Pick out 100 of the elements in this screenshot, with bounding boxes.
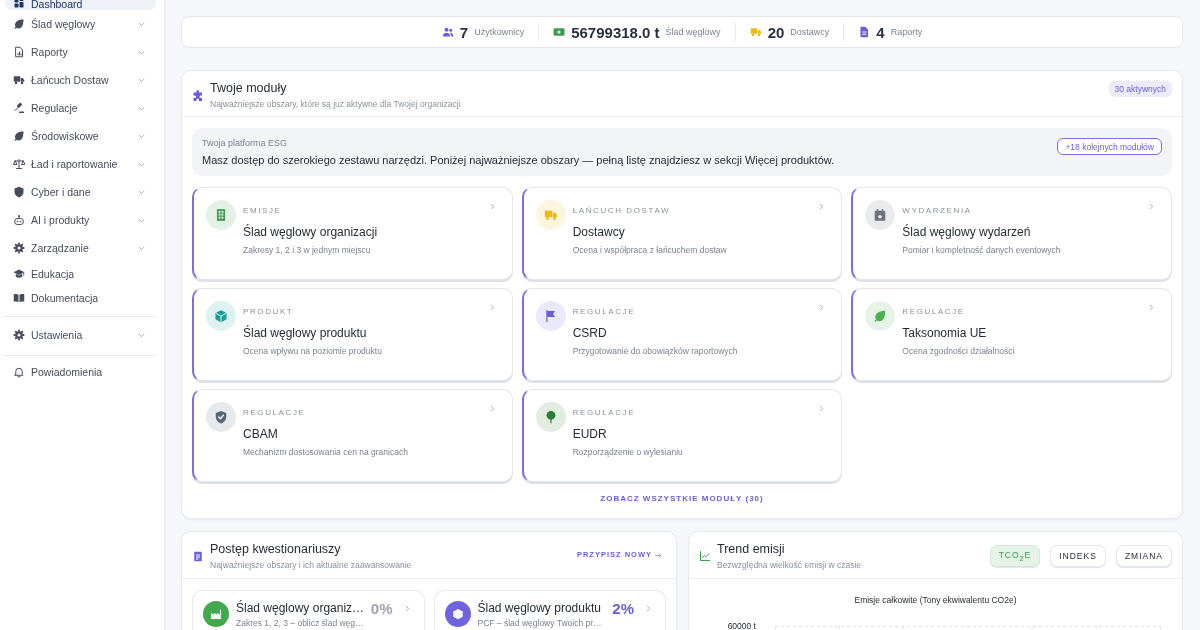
settings-icon [13, 329, 25, 341]
module-card[interactable]: ŁAŃCUCH DOSTAW Dostawcy Ocena i współpraca z łańcuchem dostaw [521, 187, 843, 280]
module-card[interactable]: WYDARZENIA Ślad węglowy wydarzeń Pomiar i kompletność danych eventowych [851, 187, 1172, 280]
unit-toggle[interactable]: ZMIANA [1115, 545, 1172, 567]
leaf-icon [865, 301, 896, 331]
module-description: Zakresy 1, 2 i 3 w jednym miejscu [243, 245, 371, 256]
module-description: Pomiar i kompletność danych eventowych [902, 245, 1061, 256]
chevron-right-icon [818, 203, 826, 210]
module-category: EMISJE [243, 206, 282, 216]
chevron-down-icon [138, 160, 145, 168]
chevron-right-icon [818, 304, 826, 311]
book-icon [13, 292, 25, 304]
sidebar-item[interactable]: Cyber i dane [5, 178, 156, 206]
stat-label: Ślad węglowy [665, 27, 721, 37]
chart-document-icon [13, 46, 25, 58]
stat-label: Dostawcy [790, 27, 830, 37]
questionnaire-card[interactable]: Ślad węglowy organiz… 0% Zakres 1, 2, 3 – oblicz ślad węg… [192, 590, 425, 630]
shield-icon [13, 186, 25, 198]
leaf-icon [13, 130, 25, 142]
module-title: EUDR [572, 427, 607, 442]
truck-icon [535, 200, 566, 230]
active-count-badge: 30 aktywnych [1108, 81, 1172, 97]
flag-icon [535, 301, 566, 331]
chevron-down-icon [138, 76, 145, 84]
panel-subtitle: Najważniejsze obszary i ich aktualne zaawansowanie [210, 560, 412, 571]
questionnaire-description: PCF – ślad węglowy Twoich pr… [477, 618, 603, 629]
shield-check-icon [206, 402, 236, 432]
stat-label: Raporty [890, 27, 923, 37]
line-chart-icon [699, 550, 711, 562]
progress-percent: 0% [370, 601, 393, 616]
module-category: WYDARZENIA [902, 206, 972, 216]
module-title: Ślad węglowy wydarzeń [902, 225, 1031, 240]
unit-toggle[interactable]: INDEKS [1050, 545, 1106, 567]
sidebar-item[interactable]: Regulacje [5, 94, 156, 122]
view-all-modules-link[interactable]: ZOBACZ WSZYSTKIE MODUŁY (30) [600, 494, 764, 504]
stat-value: 56799318.0 t [571, 23, 660, 41]
chevron-right-icon [1148, 203, 1155, 210]
module-category: REGULACJE [243, 408, 306, 418]
clipboard-icon [192, 550, 204, 562]
module-card[interactable]: REGULACJE EUDR Rozporządzenie o wylesianiu [521, 389, 843, 482]
module-title: Taksonomia UE [902, 326, 987, 341]
sidebar-item[interactable]: Ślad węglowy [5, 10, 156, 38]
progress-percent: 2% [612, 601, 634, 616]
module-card[interactable]: EMISJE Ślad węglowy organizacji Zakresy 1, 2 i 3 w jednym miejscu [192, 187, 513, 280]
stat-label: Użytkownicy [474, 27, 525, 37]
panel-subtitle: Najważniejsze obszary, które są już aktywne dla Twojej organizacji [210, 99, 461, 110]
stat-value: 7 [459, 23, 469, 41]
chevron-right-icon [403, 605, 411, 612]
scales-icon [13, 158, 25, 170]
chart-title: Emisje całkowite (Tony ekwiwalentu CO2e) [854, 595, 1017, 605]
sidebar-item[interactable]: Powiadomienia [5, 360, 156, 384]
chevron-down-icon [138, 132, 145, 140]
module-card[interactable]: PRODUKT Ślad węglowy produktu Ocena wpływu na poziomie produktu [192, 288, 513, 381]
bell-icon [13, 366, 25, 378]
sidebar-item[interactable]: Dashboard [5, 0, 156, 10]
module-title: Ślad węglowy organizacji [243, 225, 378, 240]
sidebar-item[interactable]: Raporty [5, 38, 156, 66]
axis-label: 60000 t [727, 621, 756, 630]
panel-title: Trend emisji [717, 542, 785, 557]
module-description: Przygotowanie do obowiązków raportowych [572, 346, 738, 357]
module-description: Mechanizm dostosowania cen na granicach [243, 447, 408, 458]
chevron-right-icon [488, 405, 496, 412]
info-text: Masz dostęp do szerokiego zestawu narzędzi. Poniżej najważniejsze obszary — pełną listę znajdziesz w sekcji Więcej produktów. [202, 153, 835, 167]
module-category: REGULACJE [572, 408, 636, 418]
questionnaire-description: Zakres 1, 2, 3 – oblicz ślad węg… [236, 618, 365, 629]
sidebar-item[interactable]: Edukacja [5, 262, 156, 286]
module-category: REGULACJE [902, 307, 965, 317]
module-category: ŁAŃCUCH DOSTAW [572, 206, 671, 216]
more-modules-button[interactable]: +18 kolejnych modułów [1057, 138, 1162, 155]
module-card[interactable]: REGULACJE CBAM Mechanizm dostosowania cen na granicach [192, 389, 513, 482]
sidebar-item[interactable]: AI i produkty [5, 206, 156, 234]
chevron-down-icon [138, 244, 145, 252]
info-caption: Twoja platforma ESG [202, 138, 288, 149]
module-description: Ocena i współpraca z łańcuchem dostaw [572, 245, 727, 256]
tree-icon [535, 402, 566, 432]
graduation-cap-icon [13, 268, 25, 280]
module-card[interactable]: REGULACJE Taksonomia UE Ocena zgodności działalności [851, 288, 1172, 381]
stat-value: 4 [876, 23, 885, 41]
gavel-icon [13, 102, 25, 114]
module-title: Dostawcy [572, 225, 625, 240]
chevron-down-icon [138, 20, 145, 28]
settings-icon [13, 242, 25, 254]
module-description: Ocena wpływu na poziomie produktu [243, 346, 382, 357]
sidebar-item[interactable]: Ustawienia [5, 321, 156, 349]
module-description: Ocena zgodności działalności [902, 346, 1015, 357]
chevron-down-icon [138, 331, 145, 339]
sidebar-item[interactable]: Łańcuch Dostaw [5, 66, 156, 94]
cube-icon [206, 301, 236, 331]
sidebar-item[interactable]: Dokumentacja [5, 286, 156, 310]
robot-icon [13, 214, 25, 226]
questionnaire-card[interactable]: Ślad węglowy produktu 2% PCF – ślad węglowy Twoich pr… [433, 590, 666, 630]
sidebar-item[interactable]: Środowiskowe [5, 122, 156, 150]
stat-value: 20 [767, 23, 785, 41]
questionnaire-title: Ślad węglowy organiz… [236, 601, 365, 616]
sidebar-item[interactable]: Zarządzanie [5, 234, 156, 262]
panel-title: Twoje moduły [210, 81, 287, 96]
module-category: REGULACJE [572, 307, 636, 317]
arrow-right-icon [655, 551, 662, 559]
module-card[interactable]: REGULACJE CSRD Przygotowanie do obowiązków raportowych [521, 288, 843, 381]
sidebar-item[interactable]: Ład i raportowanie [5, 150, 156, 178]
